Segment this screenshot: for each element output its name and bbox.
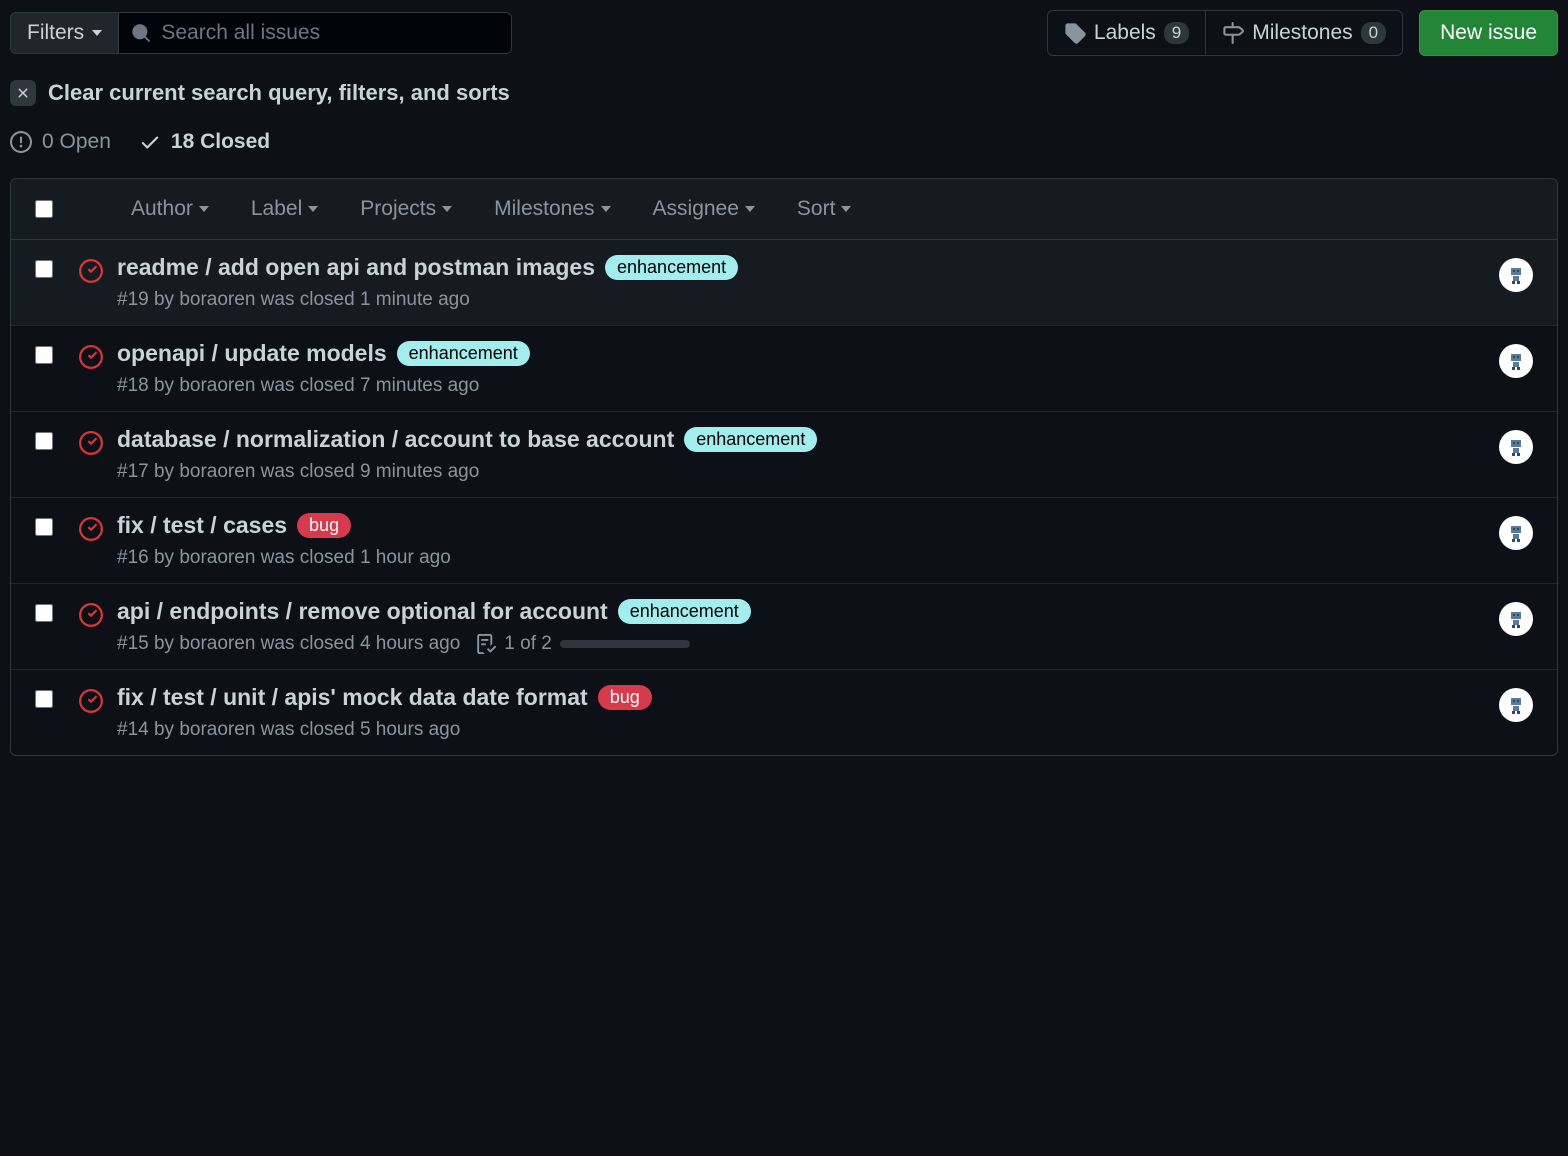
issue-meta: #17 by boraoren was closed 9 minutes ago	[117, 461, 1499, 483]
filters-search-group: Filters	[10, 12, 512, 54]
author-link[interactable]: boraoren	[179, 289, 255, 310]
label-badge[interactable]: enhancement	[605, 255, 738, 280]
author-link[interactable]: boraoren	[179, 719, 255, 740]
task-progress[interactable]: 1 of 2	[476, 633, 690, 655]
row-checkbox[interactable]	[35, 604, 53, 622]
issue-row: fix / test / cases bug #16 by boraoren was…	[11, 498, 1557, 584]
issue-title-link[interactable]: readme / add open api and postman images	[117, 254, 595, 281]
search-icon	[131, 22, 151, 44]
issue-open-icon	[10, 131, 32, 153]
issue-meta: #16 by boraoren was closed 1 hour ago	[117, 547, 1499, 569]
issue-row: fix / test / unit / apis' mock data date…	[11, 670, 1557, 755]
clear-filters-link[interactable]: Clear current search query, filters, and…	[10, 80, 1558, 106]
labels-button[interactable]: Labels 9	[1048, 11, 1206, 55]
open-count-text: 0 Open	[42, 130, 111, 154]
row-content: fix / test / cases bug #16 by boraoren was…	[117, 512, 1499, 569]
label-badge[interactable]: bug	[598, 685, 652, 710]
status-tabs: 0 Open 18 Closed	[10, 130, 1558, 154]
filter-milestones[interactable]: Milestones	[494, 197, 610, 221]
tag-icon	[1064, 22, 1086, 44]
issue-closed-icon	[79, 689, 103, 713]
issue-row: api / endpoints / remove optional for ac…	[11, 584, 1557, 670]
milestones-label: Milestones	[1252, 21, 1352, 45]
label-badge[interactable]: bug	[297, 513, 351, 538]
issues-table: Author Label Projects Milestones Assignee Sor…	[10, 178, 1558, 756]
assignee-avatar[interactable]	[1499, 602, 1533, 636]
caret-down-icon	[745, 206, 755, 212]
author-link[interactable]: boraoren	[179, 375, 255, 396]
issue-closed-icon	[79, 345, 103, 369]
issue-title-link[interactable]: api / endpoints / remove optional for ac…	[117, 598, 608, 625]
issue-row: openapi / update models enhancement #18 by…	[11, 326, 1557, 412]
author-link[interactable]: boraoren	[179, 547, 255, 568]
row-checkbox[interactable]	[35, 432, 53, 450]
issue-meta: #18 by boraoren was closed 7 minutes ago	[117, 375, 1499, 397]
issue-closed-icon	[79, 259, 103, 283]
issue-meta: #19 by boraoren was closed 1 minute ago	[117, 289, 1499, 311]
filter-author[interactable]: Author	[131, 197, 209, 221]
table-header: Author Label Projects Milestones Assignee Sor…	[11, 179, 1557, 240]
row-checkbox[interactable]	[35, 260, 53, 278]
issue-meta: #15 by boraoren was closed 4 hours ago1 …	[117, 633, 1499, 655]
filter-assignee[interactable]: Assignee	[653, 197, 755, 221]
search-input[interactable]	[161, 21, 499, 45]
issue-closed-icon	[79, 431, 103, 455]
check-icon	[139, 131, 161, 153]
close-icon	[10, 80, 36, 106]
filters-button[interactable]: Filters	[10, 12, 119, 54]
row-content: fix / test / unit / apis' mock data date…	[117, 684, 1499, 741]
progress-bar	[560, 640, 690, 648]
assignee-avatar[interactable]	[1499, 688, 1533, 722]
issue-meta: #14 by boraoren was closed 5 hours ago	[117, 719, 1499, 741]
select-all-checkbox[interactable]	[35, 200, 53, 218]
labels-count: 9	[1164, 22, 1189, 44]
filters-label: Filters	[27, 21, 84, 45]
labels-milestones-group: Labels 9 Milestones 0	[1047, 10, 1403, 56]
label-badge[interactable]: enhancement	[618, 599, 751, 624]
label-badge[interactable]: enhancement	[684, 427, 817, 452]
clear-filters-text: Clear current search query, filters, and…	[48, 80, 510, 106]
new-issue-button[interactable]: New issue	[1419, 10, 1558, 56]
issue-title-link[interactable]: database / normalization / account to ba…	[117, 426, 674, 453]
caret-down-icon	[308, 206, 318, 212]
caret-down-icon	[92, 30, 102, 36]
caret-down-icon	[442, 206, 452, 212]
issue-row: readme / add open api and postman images…	[11, 240, 1557, 326]
milestones-button[interactable]: Milestones 0	[1206, 11, 1402, 55]
filter-label[interactable]: Label	[251, 197, 318, 221]
issue-closed-icon	[79, 603, 103, 627]
caret-down-icon	[601, 206, 611, 212]
row-checkbox[interactable]	[35, 518, 53, 536]
author-link[interactable]: boraoren	[179, 633, 255, 654]
open-tab[interactable]: 0 Open	[10, 130, 111, 154]
assignee-avatar[interactable]	[1499, 430, 1533, 464]
label-badge[interactable]: enhancement	[397, 341, 530, 366]
issue-title-link[interactable]: fix / test / cases	[117, 512, 287, 539]
row-content: readme / add open api and postman images…	[117, 254, 1499, 311]
issue-title-link[interactable]: openapi / update models	[117, 340, 387, 367]
milestones-count: 0	[1361, 22, 1386, 44]
filter-projects[interactable]: Projects	[360, 197, 452, 221]
row-checkbox[interactable]	[35, 690, 53, 708]
assignee-avatar[interactable]	[1499, 516, 1533, 550]
milestone-icon	[1222, 22, 1244, 44]
issue-row: database / normalization / account to ba…	[11, 412, 1557, 498]
search-wrapper	[119, 12, 512, 54]
toolbar: Filters Labels 9 Milestones 0 New issue	[10, 10, 1558, 56]
author-link[interactable]: boraoren	[179, 461, 255, 482]
filter-sort[interactable]: Sort	[797, 197, 852, 221]
caret-down-icon	[199, 206, 209, 212]
row-content: openapi / update models enhancement #18 by…	[117, 340, 1499, 397]
assignee-avatar[interactable]	[1499, 344, 1533, 378]
row-content: api / endpoints / remove optional for ac…	[117, 598, 1499, 655]
issue-closed-icon	[79, 517, 103, 541]
issue-title-link[interactable]: fix / test / unit / apis' mock data date…	[117, 684, 588, 711]
closed-tab[interactable]: 18 Closed	[139, 130, 270, 154]
closed-count-text: 18 Closed	[171, 130, 270, 154]
caret-down-icon	[841, 206, 851, 212]
row-content: database / normalization / account to ba…	[117, 426, 1499, 483]
assignee-avatar[interactable]	[1499, 258, 1533, 292]
labels-label: Labels	[1094, 21, 1156, 45]
row-checkbox[interactable]	[35, 346, 53, 364]
